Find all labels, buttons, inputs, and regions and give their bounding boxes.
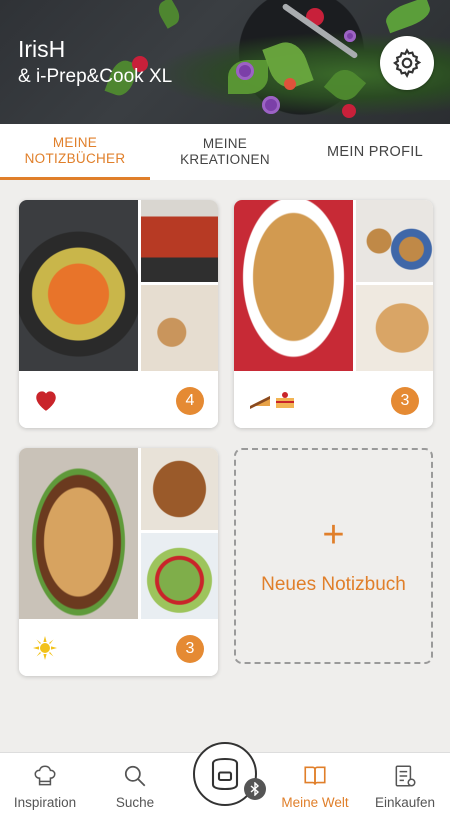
cooker-icon: [211, 757, 239, 791]
decor-flower: [236, 62, 254, 80]
recipe-image-wrap: [141, 448, 218, 530]
new-notebook-label: Neues Notizbuch: [261, 574, 406, 595]
decor-berry: [342, 104, 356, 118]
decor-flower: [262, 96, 280, 114]
nav-label: Meine Welt: [281, 795, 349, 810]
settings-button[interactable]: [380, 36, 434, 90]
nav-label: Einkaufen: [374, 795, 436, 810]
shopping-list-icon: [395, 765, 416, 787]
decor-leaf: [154, 0, 184, 29]
header-banner: IrisH & i-Prep&Cook XL: [0, 0, 450, 124]
chef-hat-icon: [34, 765, 56, 786]
decor-leaf: [323, 63, 367, 107]
card-footer: 3: [19, 619, 218, 676]
device-name: & i-Prep&Cook XL: [18, 66, 173, 87]
gear-icon: [392, 48, 422, 78]
notebook-card[interactable]: 3: [234, 200, 433, 428]
card-footer: 3: [234, 371, 433, 428]
nav-suche[interactable]: Suche: [90, 763, 180, 810]
recipe-image-pie: [356, 285, 433, 371]
new-notebook-button[interactable]: + Neues Notizbuch: [234, 448, 433, 664]
tab-bar: MEINE NOTIZBÜCHER MEINE KREATIONEN MEIN …: [0, 124, 450, 180]
tab-meine-notizbuecher[interactable]: MEINE NOTIZBÜCHER: [0, 124, 150, 180]
bluetooth-icon: [244, 778, 266, 800]
notebook-card[interactable]: 4: [19, 200, 218, 428]
recipe-image-cookies: [141, 285, 218, 371]
nav-label: Suche: [115, 795, 155, 810]
user-name: IrisH: [18, 36, 66, 62]
recipe-count-badge: 3: [176, 635, 204, 663]
heart-icon: [36, 391, 56, 411]
recipe-image-salad: [141, 533, 218, 619]
cake-icon: [250, 392, 294, 409]
recipe-count-badge: 3: [391, 387, 419, 415]
search-icon: [124, 765, 146, 787]
decor-flower: [344, 30, 356, 42]
notebook-card[interactable]: 3: [19, 448, 218, 676]
book-icon: [304, 766, 326, 785]
recipe-image-muffins: [356, 200, 433, 282]
recipe-image-burger: [19, 448, 138, 619]
recipe-count-badge: 4: [176, 387, 204, 415]
tab-mein-profil[interactable]: MEIN PROFIL: [300, 124, 450, 180]
nav-inspiration[interactable]: Inspiration: [0, 763, 90, 810]
recipe-image-crumble: [234, 200, 353, 371]
nav-meine-welt[interactable]: Meine Welt: [270, 763, 360, 810]
decor-peas: [382, 0, 434, 34]
sun-icon: [33, 636, 57, 660]
card-footer: 4: [19, 371, 218, 428]
tab-meine-kreationen[interactable]: MEINE KREATIONEN: [150, 124, 300, 180]
plus-icon: +: [322, 514, 345, 556]
decor-tomato: [284, 78, 296, 90]
nav-einkaufen[interactable]: Einkaufen: [360, 763, 450, 810]
nav-label: Inspiration: [13, 795, 77, 810]
recipe-image-pasta: [19, 200, 138, 371]
recipe-image-juice: [141, 200, 218, 282]
